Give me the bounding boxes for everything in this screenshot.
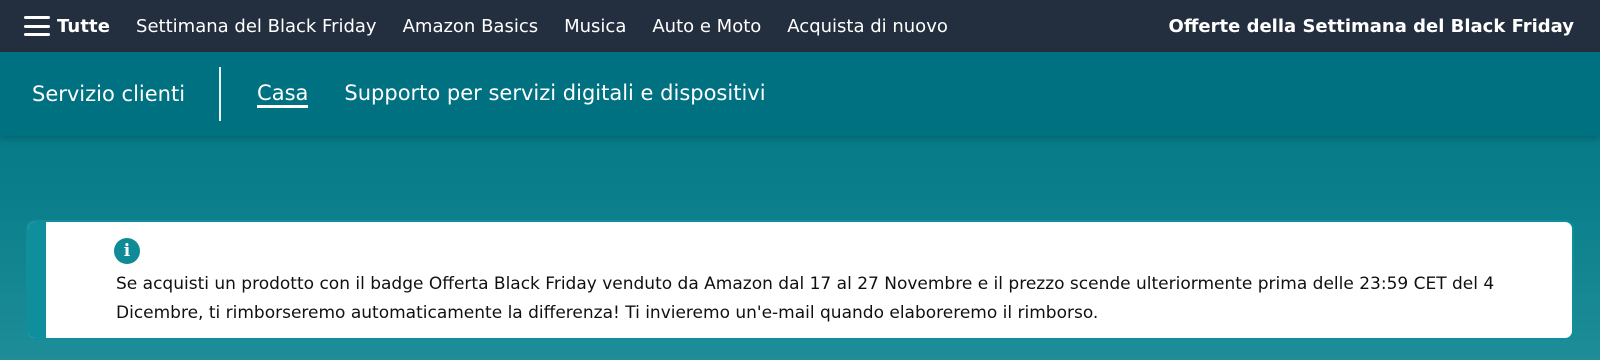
customer-service-nav: Servizio clienti Casa Supporto per servi…: [0, 52, 1600, 136]
nav-link-buy-again[interactable]: Acquista di nuovo: [787, 16, 948, 37]
alert-message: Se acquisti un prodotto con il badge Off…: [116, 274, 1495, 323]
tab-digital-services-support[interactable]: Supporto per servizi digitali e disposit…: [344, 81, 765, 107]
nav-link-auto-moto[interactable]: Auto e Moto: [652, 16, 761, 37]
hamburger-icon: [24, 16, 50, 36]
top-nav-bar: Tutte Settimana del Black Friday Amazon …: [0, 0, 1600, 52]
nav-link-music[interactable]: Musica: [564, 16, 626, 37]
promo-link-black-friday-deals[interactable]: Offerte della Settimana del Black Friday: [1169, 16, 1574, 37]
nav-link-black-friday-week[interactable]: Settimana del Black Friday: [136, 16, 377, 37]
info-alert: i Se acquisti un prodotto con il badge O…: [26, 220, 1574, 340]
all-menu-button[interactable]: Tutte: [24, 6, 110, 46]
tab-home[interactable]: Casa: [257, 81, 309, 108]
subnav-divider: [219, 67, 222, 121]
alert-body: i Se acquisti un prodotto con il badge O…: [46, 222, 1572, 338]
alert-accent-stripe: [28, 222, 46, 338]
all-menu-label: Tutte: [57, 15, 111, 37]
customer-service-title[interactable]: Servizio clienti: [32, 82, 185, 106]
info-icon: i: [114, 238, 140, 264]
nav-link-amazon-basics[interactable]: Amazon Basics: [403, 16, 539, 37]
